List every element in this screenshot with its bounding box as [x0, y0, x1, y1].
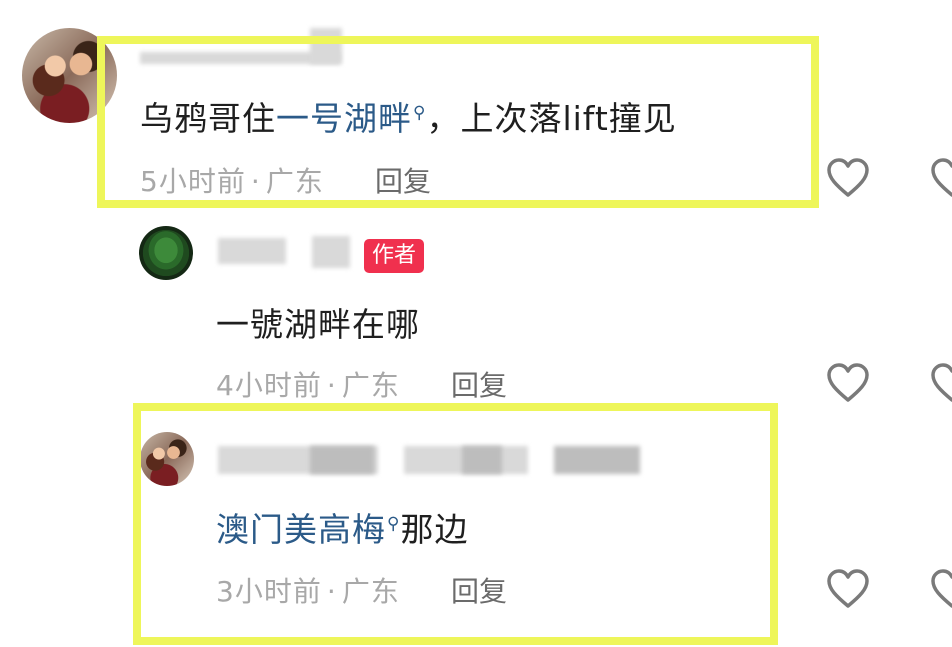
timestamp: 4小时前	[216, 369, 322, 402]
separator: ·	[326, 369, 337, 402]
heart-icon[interactable]	[930, 569, 952, 609]
heart-icon[interactable]	[930, 158, 952, 198]
heart-icon[interactable]	[930, 363, 952, 403]
username-redacted	[218, 238, 286, 264]
comment-meta: 4小时前 · 广东 回复	[216, 364, 507, 404]
username-redacted	[312, 236, 350, 268]
heart-icon[interactable]	[826, 363, 870, 403]
highlight-box	[97, 36, 819, 208]
reply-button[interactable]: 回复	[451, 369, 507, 402]
region: 广东	[341, 369, 400, 402]
author-badge: 作者	[364, 239, 425, 273]
heart-icon[interactable]	[826, 158, 870, 198]
heart-icon[interactable]	[826, 569, 870, 609]
avatar[interactable]	[139, 226, 193, 280]
highlight-box	[133, 403, 778, 645]
comment-text: 一號湖畔在哪	[216, 305, 420, 344]
